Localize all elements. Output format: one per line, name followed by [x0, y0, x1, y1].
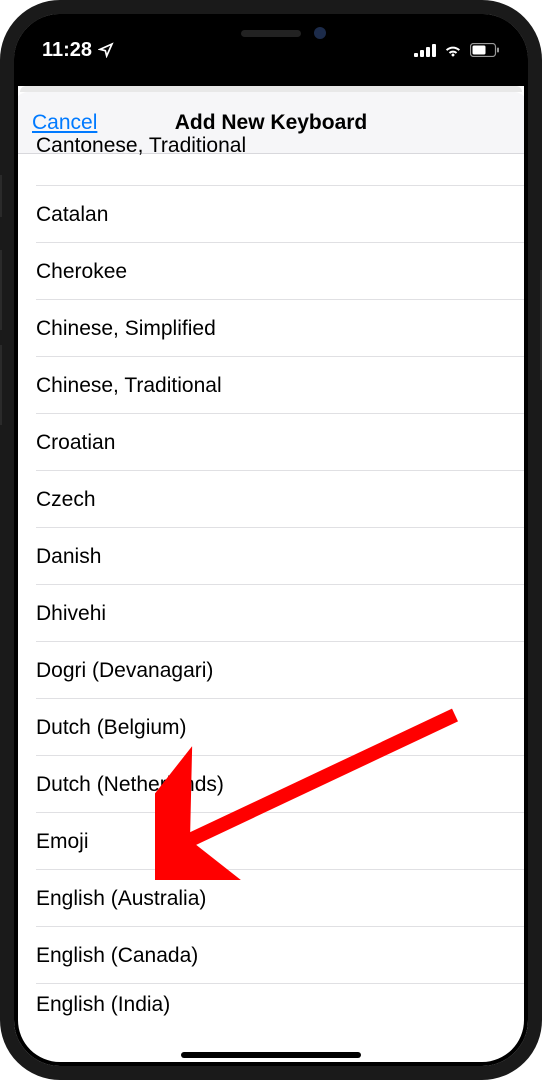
notch [151, 14, 391, 52]
cancel-button[interactable]: Cancel [32, 111, 97, 135]
keyboard-label: Dutch (Belgium) [36, 716, 187, 740]
list-item[interactable]: English (Australia) [14, 870, 528, 927]
keyboard-label: Dhivehi [36, 602, 106, 626]
status-time: 11:28 [42, 39, 92, 62]
list-item[interactable]: Czech [14, 471, 528, 528]
list-item[interactable]: Croatian [14, 414, 528, 471]
keyboard-label: Croatian [36, 431, 115, 455]
volume-up-button [0, 250, 2, 330]
keyboard-label: Emoji [36, 830, 89, 854]
mute-switch [0, 175, 2, 217]
keyboard-label: Czech [36, 488, 96, 512]
keyboard-label: Catalan [36, 203, 108, 227]
list-item[interactable]: Dutch (Netherlands) [14, 756, 528, 813]
keyboard-label: Chinese, Simplified [36, 317, 216, 341]
battery-icon [470, 43, 500, 57]
list-item[interactable]: English (India) [14, 984, 528, 1026]
list-item[interactable]: Cherokee [14, 243, 528, 300]
list-item[interactable]: Chinese, Simplified [14, 300, 528, 357]
cellular-signal-icon [414, 43, 436, 57]
keyboard-label: Cherokee [36, 260, 127, 284]
list-item[interactable]: Catalan [14, 186, 528, 243]
speaker-grille [241, 30, 301, 37]
volume-down-button [0, 345, 2, 425]
keyboard-label: Dutch (Netherlands) [36, 773, 224, 797]
wifi-icon [443, 43, 463, 57]
list-item[interactable]: Chinese, Traditional [14, 357, 528, 414]
list-item[interactable]: Dhivehi [14, 585, 528, 642]
keyboard-label: English (Australia) [36, 887, 206, 911]
front-camera [314, 27, 326, 39]
list-item[interactable]: English (Canada) [14, 927, 528, 984]
list-item[interactable]: Cantonese, Traditional [14, 154, 528, 186]
keyboard-label: Cantonese, Traditional [36, 134, 246, 158]
keyboard-label: Chinese, Traditional [36, 374, 222, 398]
keyboard-label: Dogri (Devanagari) [36, 659, 213, 683]
keyboard-label: Danish [36, 545, 101, 569]
list-item[interactable]: Emoji [14, 813, 528, 870]
keyboard-label: English (India) [36, 993, 170, 1017]
list-item[interactable]: Dutch (Belgium) [14, 699, 528, 756]
keyboard-list[interactable]: Cantonese, Traditional Catalan Cherokee … [14, 154, 528, 1026]
keyboard-label: English (Canada) [36, 944, 198, 968]
location-arrow-icon [98, 42, 114, 58]
screen: Cancel Add New Keyboard Cantonese, Tradi… [14, 86, 528, 1066]
list-item[interactable]: Danish [14, 528, 528, 585]
home-indicator[interactable] [181, 1052, 361, 1058]
list-item[interactable]: Dogri (Devanagari) [14, 642, 528, 699]
